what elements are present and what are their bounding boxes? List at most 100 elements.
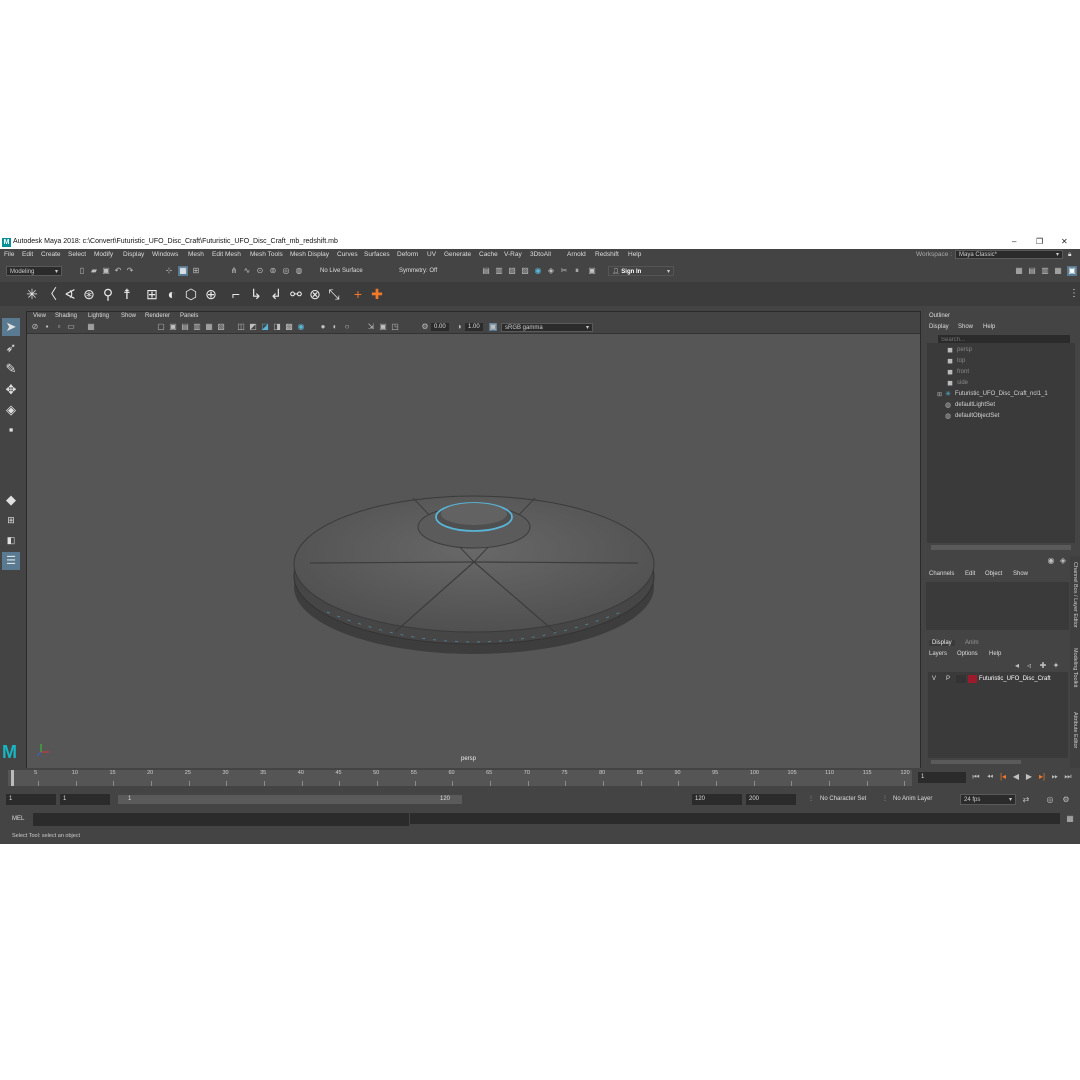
mode-dropdown[interactable]: Modeling ▾	[6, 266, 62, 276]
snap-surface-icon[interactable]: ◎	[282, 267, 290, 275]
tool-settings-icon[interactable]: ▥	[1041, 267, 1049, 275]
redshift-render-icon[interactable]: ✂	[560, 267, 568, 275]
auto-key-icon[interactable]: ◎	[1046, 796, 1054, 804]
menu-uv[interactable]: UV	[427, 251, 436, 258]
shelf-pivot-icon[interactable]: +	[350, 286, 366, 302]
menu-display[interactable]: Display	[123, 251, 144, 258]
time-ruler[interactable]: 5 10 15 20 25 30 35 40 45 50 55 60 65 70 75 80 85 90 95 100…	[8, 770, 912, 786]
menu-mesh-tools[interactable]: Mesh Tools	[250, 251, 283, 258]
play-backward-icon[interactable]: ◀	[1012, 773, 1020, 781]
menu-windows[interactable]: Windows	[152, 251, 178, 258]
outliner-layout-icon[interactable]: ☰	[2, 552, 20, 570]
play-forward-icon[interactable]: ▶	[1025, 773, 1033, 781]
outliner-menu-help[interactable]: Help	[983, 324, 995, 330]
undo-icon[interactable]: ↶	[114, 267, 122, 275]
lock-icon[interactable]: 🔒︎	[1068, 251, 1071, 259]
go-to-end-icon[interactable]: ⏭︎	[1064, 773, 1072, 781]
select-component-icon[interactable]: ⊞	[192, 267, 200, 275]
menu-generate[interactable]: Generate	[444, 251, 471, 258]
anim-start-field[interactable]: 1	[6, 794, 56, 805]
redo-icon[interactable]: ↷	[126, 267, 134, 275]
fps-dropdown[interactable]: 24 fps ▾	[960, 794, 1016, 805]
outliner-scrollbar[interactable]	[931, 545, 1071, 550]
shelf-rig-icon[interactable]: ☨	[119, 286, 135, 302]
outliner-item-side[interactable]: ◼ side	[947, 380, 968, 387]
shelf-character-icon[interactable]: ⚲	[100, 286, 116, 302]
pause-ipr-icon[interactable]: ⏸︎	[573, 267, 581, 275]
ipr-render-icon[interactable]: ▧	[508, 267, 516, 275]
cb-menu-channels[interactable]: Channels	[929, 571, 954, 577]
tab-anim[interactable]: Anim	[965, 640, 979, 646]
channelbox-pin-icon[interactable]: ◈	[1059, 557, 1067, 565]
layers-menu-layers[interactable]: Layers	[929, 651, 947, 657]
step-forward-key-icon[interactable]: ⏩︎	[1051, 773, 1059, 781]
rotate-tool-icon[interactable]: ◈	[2, 401, 20, 419]
snap-grid-icon[interactable]: ⋔	[230, 267, 238, 275]
channel-box-icon[interactable]: ▦	[1054, 267, 1062, 275]
layer-color-swatch[interactable]	[968, 675, 977, 683]
outliner-item-ufo[interactable]: ⊞ ✳ Futuristic_UFO_Disc_Craft_ncl1_1	[937, 391, 1048, 398]
menu-redshift[interactable]: Redshift	[595, 251, 619, 258]
hypershade-icon[interactable]: ◉	[534, 267, 542, 275]
select-hierarchy-icon[interactable]: ⊹	[165, 267, 173, 275]
shelf-pivot-snap-icon[interactable]: ✚	[369, 286, 385, 302]
layer-move-up-icon[interactable]: ◂	[1013, 662, 1021, 670]
move-tool-icon[interactable]: ✥	[2, 381, 20, 399]
outliner-item-objectset[interactable]: ◍ defaultObjectSet	[945, 413, 999, 420]
time-slider[interactable]: 5 10 15 20 25 30 35 40 45 50 55 60 65 70 75 80 85 90 95 100…	[0, 768, 1080, 790]
outliner-item-persp[interactable]: ◼ persp	[947, 347, 972, 354]
symmetry-label[interactable]: Symmetry: Off	[399, 268, 437, 274]
arnold-render-icon[interactable]: ◈	[547, 267, 555, 275]
layer-name[interactable]: Futuristic_UFO_Disc_Craft	[979, 676, 1051, 682]
cb-menu-show[interactable]: Show	[1013, 571, 1028, 577]
outliner-item-top[interactable]: ◼ top	[947, 358, 965, 365]
paint-select-icon[interactable]: ✎	[2, 360, 20, 378]
cb-menu-object[interactable]: Object	[985, 571, 1002, 577]
snap-live-icon[interactable]: ◍	[295, 267, 303, 275]
shelf-brush-icon[interactable]: ⌐	[228, 286, 244, 302]
anim-end-field[interactable]: 200	[746, 794, 796, 805]
shelf-star-icon[interactable]: ✳	[24, 286, 40, 302]
close-button[interactable]: ✕	[1061, 237, 1068, 246]
viewport-persp[interactable]: View Shading Lighting Show Renderer Pane…	[26, 311, 921, 769]
shelf-pen-icon[interactable]: ↲	[268, 286, 284, 302]
shelf-arrow-icon[interactable]: ↳	[248, 286, 264, 302]
tab-display[interactable]: Display	[929, 640, 955, 646]
playback-start-field[interactable]: 1	[60, 794, 110, 805]
menu-mesh[interactable]: Mesh	[188, 251, 204, 258]
mel-label[interactable]: MEL	[12, 816, 24, 822]
render-settings-icon[interactable]: ▤	[482, 267, 490, 275]
outliner-item-lightset[interactable]: ◍ defaultLightSet	[945, 402, 995, 409]
save-scene-icon[interactable]: ▣	[102, 267, 110, 275]
outliner-menu-display[interactable]: Display	[929, 324, 949, 330]
step-back-key-icon[interactable]: ⏪︎	[986, 773, 994, 781]
layers-menu-options[interactable]: Options	[957, 651, 978, 657]
step-back-frame-icon[interactable]: |◂	[999, 773, 1007, 781]
shelf-cube-icon[interactable]: ⬡	[183, 286, 199, 302]
script-editor-icon[interactable]: ▦	[1066, 815, 1074, 823]
snap-view-icon[interactable]: ⊚	[269, 267, 277, 275]
scale-tool-icon[interactable]: ▪	[2, 421, 20, 439]
playback-end-field[interactable]: 120	[692, 794, 742, 805]
menu-curves[interactable]: Curves	[337, 251, 358, 258]
anim-layer-label[interactable]: No Anim Layer	[893, 796, 932, 802]
menu-mesh-display[interactable]: Mesh Display	[290, 251, 329, 258]
shelf-lattice-icon[interactable]: ⊛	[81, 286, 97, 302]
character-set-label[interactable]: No Character Set	[820, 796, 866, 802]
menu-3dtoall[interactable]: 3DtoAll	[530, 251, 551, 258]
render-view-icon[interactable]: ▨	[521, 267, 529, 275]
modeling-toolkit-icon[interactable]: ▦	[1015, 267, 1023, 275]
layers-menu-help[interactable]: Help	[989, 651, 1001, 657]
layer-row[interactable]: V P Futuristic_UFO_Disc_Craft	[928, 674, 1068, 684]
select-tool-icon[interactable]: ➤	[2, 318, 20, 336]
current-time-marker[interactable]	[11, 770, 14, 786]
shelf-wand-icon[interactable]: ⤡	[326, 286, 342, 302]
snap-curve-icon[interactable]: ∿	[243, 267, 251, 275]
single-view-icon[interactable]: ◆	[2, 491, 20, 509]
side-tab-modeling-toolkit[interactable]: Modeling Toolkit	[1072, 648, 1078, 687]
lasso-tool-icon[interactable]: ➶	[2, 339, 20, 357]
current-frame-field[interactable]: 1	[918, 772, 966, 783]
layer-scrollbar[interactable]	[931, 760, 1021, 764]
shelf-target-icon[interactable]: ⊗	[307, 286, 323, 302]
workspace-dropdown[interactable]: Maya Classic* ▾	[955, 250, 1063, 259]
